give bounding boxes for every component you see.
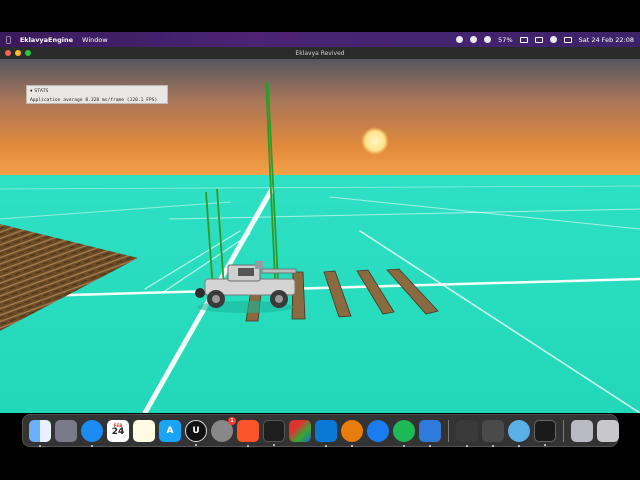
control-icon[interactable] xyxy=(456,36,464,43)
scene-viewport[interactable]: ▼ STATS Application average 8.328 ms/fram… xyxy=(0,59,640,413)
calendar-day: 24 xyxy=(111,427,125,437)
screen-mirroring-icon[interactable] xyxy=(534,36,543,43)
scene-render xyxy=(0,59,640,413)
safari-icon[interactable] xyxy=(81,419,103,447)
control-center-icon[interactable] xyxy=(563,36,572,43)
menu-bar-left:  EklavyaEngine Window xyxy=(6,35,108,44)
trash-icon[interactable] xyxy=(597,419,619,442)
launchpad-icon[interactable] xyxy=(55,419,77,442)
notification-badge: 1 xyxy=(228,416,236,425)
app-store-icon[interactable]: A xyxy=(159,419,181,442)
menu-bar:  EklavyaEngine Window 57% Sat 24 Feb 22… xyxy=(0,32,640,47)
dock: FEB 24 A U 1 xyxy=(22,414,619,447)
wifi-icon[interactable] xyxy=(549,36,557,43)
stats-header[interactable]: ▼ STATS xyxy=(30,88,164,94)
menu-datetime[interactable]: Sat 24 Feb 22:08 xyxy=(579,36,634,44)
battery-percentage[interactable]: 57% xyxy=(498,36,512,44)
finder-icon[interactable] xyxy=(29,419,51,447)
calendar-icon[interactable]: FEB 24 xyxy=(107,419,129,442)
close-window-button[interactable] xyxy=(5,50,11,56)
vscode-icon[interactable] xyxy=(315,419,337,447)
affinity-icon[interactable] xyxy=(289,419,311,442)
game-controller-icon[interactable] xyxy=(470,36,478,43)
minimize-window-button[interactable] xyxy=(15,50,21,56)
unreal-engine-icon[interactable]: U xyxy=(185,419,207,446)
stats-line: Application average 8.328 ms/frame (120.… xyxy=(30,98,158,103)
dock-separator-2 xyxy=(563,419,564,442)
dropbox-icon[interactable] xyxy=(484,36,492,43)
collapse-triangle-icon[interactable]: ▼ xyxy=(30,88,32,93)
blender-icon[interactable] xyxy=(341,419,363,447)
brave-browser-icon[interactable] xyxy=(237,419,259,447)
window-title: Eklavya Revived xyxy=(295,49,345,57)
screen:  EklavyaEngine Window 57% Sat 24 Feb 22… xyxy=(0,0,640,480)
maps-pin-icon[interactable] xyxy=(367,419,389,442)
unity-hub-icon[interactable] xyxy=(456,419,478,447)
app-window: Eklavya Revived ▼ STATS Application aver… xyxy=(0,47,640,413)
battery-icon[interactable] xyxy=(519,36,528,43)
dock-separator xyxy=(448,419,449,442)
menu-window[interactable]: Window xyxy=(82,36,108,44)
window-titlebar[interactable]: Eklavya Revived xyxy=(0,47,640,59)
maximize-window-button[interactable] xyxy=(25,50,31,56)
menu-bar-right: 57% Sat 24 Feb 22:08 xyxy=(456,36,634,44)
sun xyxy=(361,127,389,155)
notes-icon[interactable] xyxy=(133,419,155,442)
stats-panel[interactable]: ▼ STATS Application average 8.328 ms/fram… xyxy=(26,85,168,104)
stats-title: STATS xyxy=(34,89,49,94)
spotify-icon[interactable] xyxy=(393,419,415,447)
apple-icon[interactable]:  xyxy=(6,35,11,44)
activity-monitor-icon[interactable] xyxy=(263,419,285,446)
quicktime-icon[interactable] xyxy=(508,419,530,447)
traffic-lights xyxy=(5,50,31,56)
xcode-icon[interactable] xyxy=(419,419,441,447)
system-settings-icon[interactable]: 1 xyxy=(211,416,236,442)
menu-app-name[interactable]: EklavyaEngine xyxy=(20,36,73,44)
sky xyxy=(0,59,640,176)
preview-icon[interactable] xyxy=(571,419,593,442)
unity-icon[interactable] xyxy=(482,419,504,447)
terminal-icon[interactable] xyxy=(534,419,556,446)
